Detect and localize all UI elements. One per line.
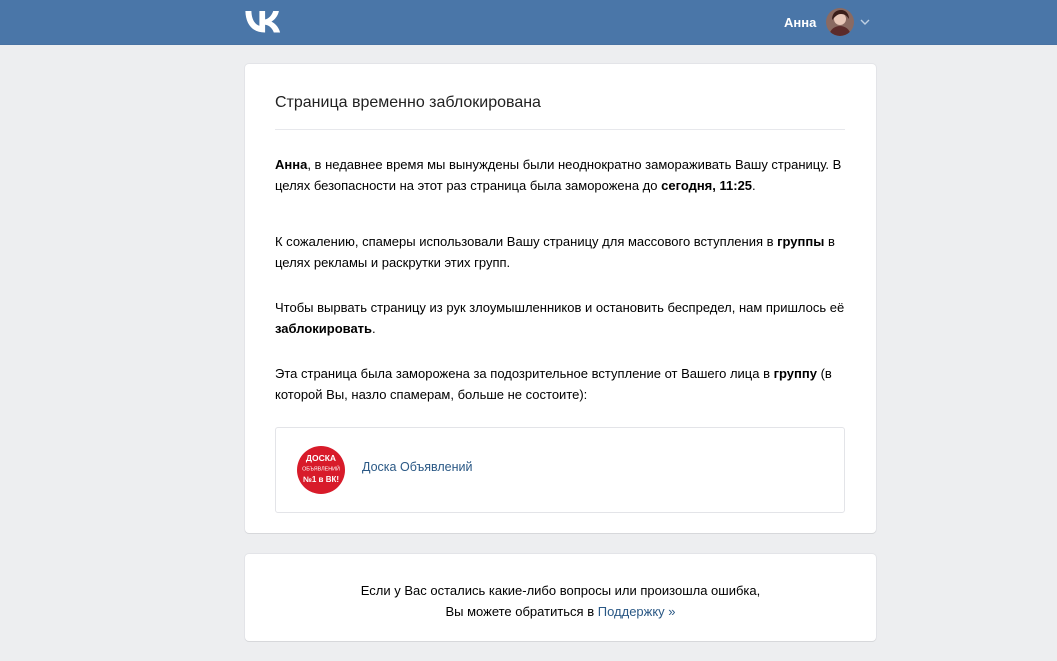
freeze-until: сегодня, 11:25 bbox=[661, 178, 753, 193]
spam-message: К сожалению, спамеры использовали Вашу с… bbox=[275, 231, 850, 273]
help-text: Если у Вас остались какие-либо вопросы и… bbox=[245, 580, 876, 622]
group-message: Эта страница была заморожена за подозрит… bbox=[275, 363, 850, 405]
group-logo-line1: ДОСКА bbox=[306, 453, 336, 463]
help-card: Если у Вас остались какие-либо вопросы и… bbox=[245, 554, 876, 641]
group-item: ДОСКА ОБЪЯВЛЕНИЙ №1 в ВК! Доска Объявлен… bbox=[275, 427, 845, 513]
group-logo-line2: ОБЪЯВЛЕНИЙ bbox=[302, 465, 340, 473]
block-text: Чтобы вырвать страницу из рук злоумышлен… bbox=[275, 300, 845, 315]
user-name-bold: Анна bbox=[275, 157, 308, 172]
page-title: Страница временно заблокирована bbox=[275, 94, 541, 111]
block-message: Чтобы вырвать страницу из рук злоумышлен… bbox=[275, 297, 850, 339]
help-line-2: Вы можете обратиться в Поддержку » bbox=[245, 601, 876, 622]
support-link[interactable]: Поддержку » bbox=[598, 604, 676, 619]
help-line-2-text: Вы можете обратиться в bbox=[445, 604, 598, 619]
user-avatar bbox=[826, 8, 855, 36]
block-bold: заблокировать bbox=[275, 321, 373, 336]
spam-bold: группы bbox=[777, 234, 825, 249]
group-avatar[interactable]: ДОСКА ОБЪЯВЛЕНИЙ №1 в ВК! bbox=[297, 446, 345, 494]
freeze-text-end: . bbox=[752, 178, 756, 193]
chevron-down-icon bbox=[860, 19, 870, 25]
help-line-1: Если у Вас остались какие-либо вопросы и… bbox=[360, 583, 761, 598]
group-name-link[interactable]: Доска Объявлений bbox=[362, 460, 473, 474]
group-text: Эта страница была заморожена за подозрит… bbox=[275, 366, 774, 381]
block-text-end: . bbox=[372, 321, 376, 336]
group-logo-line3: №1 в ВК! bbox=[303, 475, 339, 484]
title-divider bbox=[275, 129, 845, 130]
user-menu[interactable]: Анна bbox=[784, 6, 870, 38]
group-bold: группу bbox=[773, 366, 817, 381]
freeze-message: Анна, в недавнее время мы вынуждены были… bbox=[275, 154, 850, 196]
top-bar: Анна bbox=[0, 0, 1057, 45]
spam-text: К сожалению, спамеры использовали Вашу с… bbox=[275, 234, 778, 249]
vk-logo-icon[interactable] bbox=[245, 11, 281, 33]
blocked-page-card: Страница временно заблокирована Анна, в … bbox=[245, 64, 876, 533]
user-name: Анна bbox=[784, 14, 817, 30]
freeze-text: , в недавнее время мы вынуждены были нео… bbox=[275, 157, 842, 193]
